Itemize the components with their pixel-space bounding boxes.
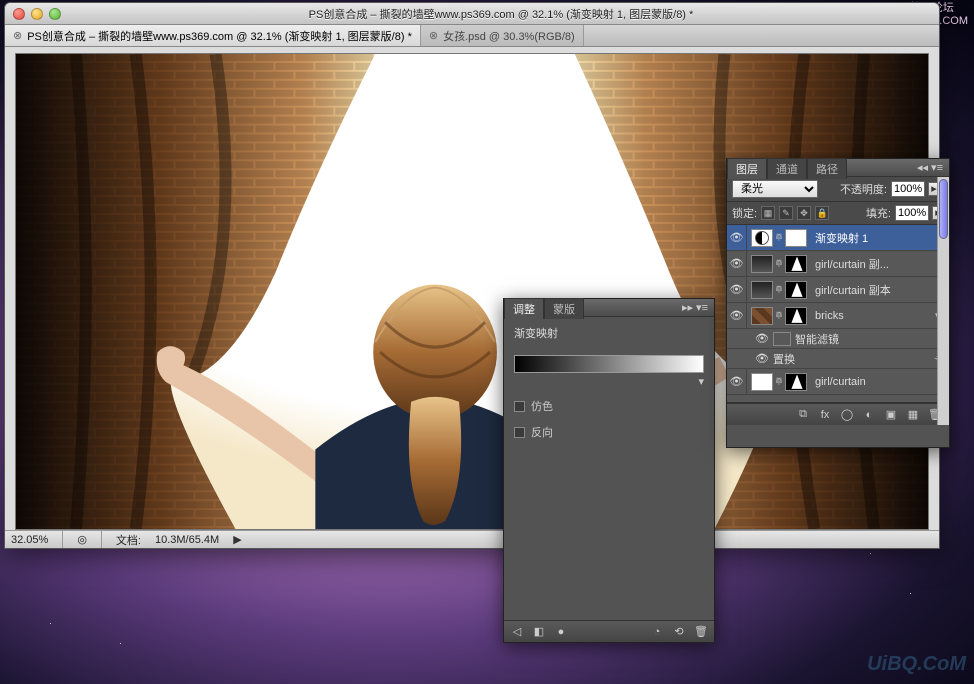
dither-checkbox[interactable]: 仿色 (514, 398, 704, 414)
layer-name[interactable]: bricks (811, 310, 935, 322)
window-title: PS创意合成 – 撕裂的墙壁www.ps369.com @ 32.1% (渐变映… (71, 6, 931, 22)
visibility-icon[interactable]: 👁 (727, 277, 747, 302)
panel-menu-icon[interactable]: ▾≡ (696, 301, 708, 314)
lock-all-icon[interactable]: 🔒 (815, 206, 829, 220)
traffic-lights (13, 8, 61, 20)
layer-row[interactable]: 👁 𐄷 girl/curtain 副... (727, 251, 949, 277)
status-more-icon[interactable]: ▶ (233, 533, 241, 546)
layer-name[interactable]: girl/curtain 副本 (811, 282, 949, 298)
layer-row[interactable]: 👁 𐄷 bricks ▾ (727, 303, 949, 329)
layer-name[interactable]: girl/curtain (811, 376, 949, 388)
doc-size-value: 10.3M/65.4M (155, 534, 219, 546)
mask-icon[interactable]: ◯ (839, 407, 855, 423)
link-icon[interactable]: 𐄷 (775, 307, 783, 325)
reset-icon[interactable]: ⟲ (672, 625, 686, 639)
panel-header[interactable]: 调整 蒙版 ▸▸▾≡ (504, 299, 714, 317)
titlebar[interactable]: PS创意合成 – 撕裂的墙壁www.ps369.com @ 32.1% (渐变映… (5, 3, 939, 25)
visibility-icon[interactable]: 👁 (727, 369, 747, 394)
visibility-icon[interactable]: 👁 (727, 251, 747, 276)
layer-row[interactable]: 👁 𐄷 girl/curtain 副本 (727, 277, 949, 303)
view-icon[interactable]: ● (554, 625, 568, 639)
layer-list: 👁 𐄷 渐变映射 1 👁 𐄷 girl/curtain 副... 👁 𐄷 gir… (727, 225, 949, 403)
delete-icon[interactable]: 🗑 (694, 625, 708, 639)
lock-pixels-icon[interactable]: ✎ (779, 206, 793, 220)
layer-thumb-icon[interactable] (751, 229, 773, 247)
gradient-preview[interactable] (514, 355, 704, 373)
fill-label: 填充: (866, 205, 891, 221)
lock-transparent-icon[interactable]: ▦ (761, 206, 775, 220)
panel-collapse-icon[interactable]: ◂◂ (917, 161, 928, 174)
layer-thumb-icon[interactable] (751, 281, 773, 299)
layer-thumb-icon[interactable] (751, 373, 773, 391)
nav-icon[interactable]: ◎ (77, 533, 87, 546)
link-icon[interactable]: 𐄷 (775, 281, 783, 299)
close-window-button[interactable] (13, 8, 25, 20)
tab-masks[interactable]: 蒙版 (544, 298, 584, 319)
zoom-window-button[interactable] (49, 8, 61, 20)
tab-layers[interactable]: 图层 (727, 158, 767, 179)
panel-menu-icon[interactable]: ▾≡ (931, 161, 943, 174)
link-layers-icon[interactable]: ⧉ (795, 407, 811, 423)
zoom-level[interactable]: 32.05% (11, 534, 48, 546)
lock-position-icon[interactable]: ✥ (797, 206, 811, 220)
visibility-icon[interactable]: 👁 (755, 332, 773, 345)
layer-name[interactable]: 渐变映射 1 (811, 230, 949, 246)
back-icon[interactable]: ◁ (510, 625, 524, 639)
tab-adjustments[interactable]: 调整 (504, 298, 544, 319)
link-icon[interactable]: 𐄷 (775, 229, 783, 247)
document-tab-inactive[interactable]: ⊗ 女孩.psd @ 30.3%(RGB/8) (421, 25, 584, 46)
prev-state-icon[interactable]: ◔ (650, 625, 664, 639)
filter-row[interactable]: 👁 置换 ⌯ (727, 349, 949, 369)
layer-name[interactable]: girl/curtain 副... (811, 256, 949, 272)
group-icon[interactable]: ▣ (883, 407, 899, 423)
layers-panel[interactable]: 图层 通道 路径 ◂◂▾≡ 柔光 不透明度: ▸ 锁定: ▦ ✎ ✥ 🔒 填充:… (726, 158, 950, 448)
adjustments-footer: ◁ ◧ ● ◔ ⟲ 🗑 (504, 620, 714, 642)
tab-label: 女孩.psd @ 30.3%(RGB/8) (443, 28, 575, 44)
visibility-icon[interactable]: 👁 (727, 225, 747, 250)
mask-thumb-icon[interactable] (785, 373, 807, 391)
opacity-input[interactable] (891, 181, 925, 197)
layer-thumb-icon[interactable] (751, 255, 773, 273)
tab-channels[interactable]: 通道 (767, 158, 807, 179)
adjustments-panel[interactable]: 调整 蒙版 ▸▸▾≡ 渐变映射 ▾ 仿色 反向 ◁ ◧ ● ◔ ⟲ 🗑 (503, 298, 715, 643)
fx-icon[interactable]: fx (817, 407, 833, 423)
mask-thumb-icon[interactable] (785, 281, 807, 299)
filter-mask-icon[interactable] (773, 332, 791, 346)
watermark-bottom: UiBQ.CoM (867, 653, 966, 676)
mask-thumb-icon[interactable] (785, 229, 807, 247)
panel-header[interactable]: 图层 通道 路径 ◂◂▾≡ (727, 159, 949, 177)
mask-thumb-icon[interactable] (785, 307, 807, 325)
minimize-window-button[interactable] (31, 8, 43, 20)
status-bar: 32.05% ◎ 文档: 10.3M/65.4M ▶ (5, 530, 939, 548)
document-tab-active[interactable]: ⊗ PS创意合成 – 撕裂的墙壁www.ps369.com @ 32.1% (渐… (5, 25, 421, 46)
close-tab-icon[interactable]: ⊗ (13, 29, 22, 42)
adjustment-icon[interactable]: ◐ (861, 407, 877, 423)
panel-expand-icon[interactable]: ▸▸ (682, 301, 693, 314)
link-icon[interactable]: 𐄷 (775, 373, 783, 391)
tab-paths[interactable]: 路径 (807, 158, 847, 179)
reverse-checkbox[interactable]: 反向 (514, 424, 704, 440)
document-tab-bar: ⊗ PS创意合成 – 撕裂的墙壁www.ps369.com @ 32.1% (渐… (5, 25, 939, 47)
lock-label: 锁定: (732, 205, 757, 221)
opacity-label: 不透明度: (840, 181, 887, 197)
gradient-dropdown-icon[interactable]: ▾ (514, 375, 704, 388)
new-layer-icon[interactable]: ▦ (905, 407, 921, 423)
link-icon[interactable]: 𐄷 (775, 255, 783, 273)
visibility-icon[interactable]: 👁 (727, 303, 747, 328)
layers-footer: ⧉ fx ◯ ◐ ▣ ▦ 🗑 (727, 403, 949, 425)
close-tab-icon[interactable]: ⊗ (429, 29, 438, 42)
clip-icon[interactable]: ◧ (532, 625, 546, 639)
layer-row[interactable]: 👁 𐄷 渐变映射 1 (727, 225, 949, 251)
adjustment-type-label: 渐变映射 (514, 325, 704, 341)
tab-label: PS创意合成 – 撕裂的墙壁www.ps369.com @ 32.1% (渐变映… (27, 28, 412, 44)
smart-filters-row[interactable]: 👁 智能滤镜 (727, 329, 949, 349)
doc-size-label: 文档: (116, 532, 141, 548)
layer-thumb-icon[interactable] (751, 307, 773, 325)
mask-thumb-icon[interactable] (785, 255, 807, 273)
layers-scrollbar[interactable] (937, 177, 949, 425)
fill-input[interactable] (895, 205, 929, 221)
visibility-icon[interactable]: 👁 (755, 352, 773, 365)
layer-row[interactable]: 👁 𐄷 girl/curtain (727, 369, 949, 395)
blend-mode-select[interactable]: 柔光 (732, 180, 818, 198)
